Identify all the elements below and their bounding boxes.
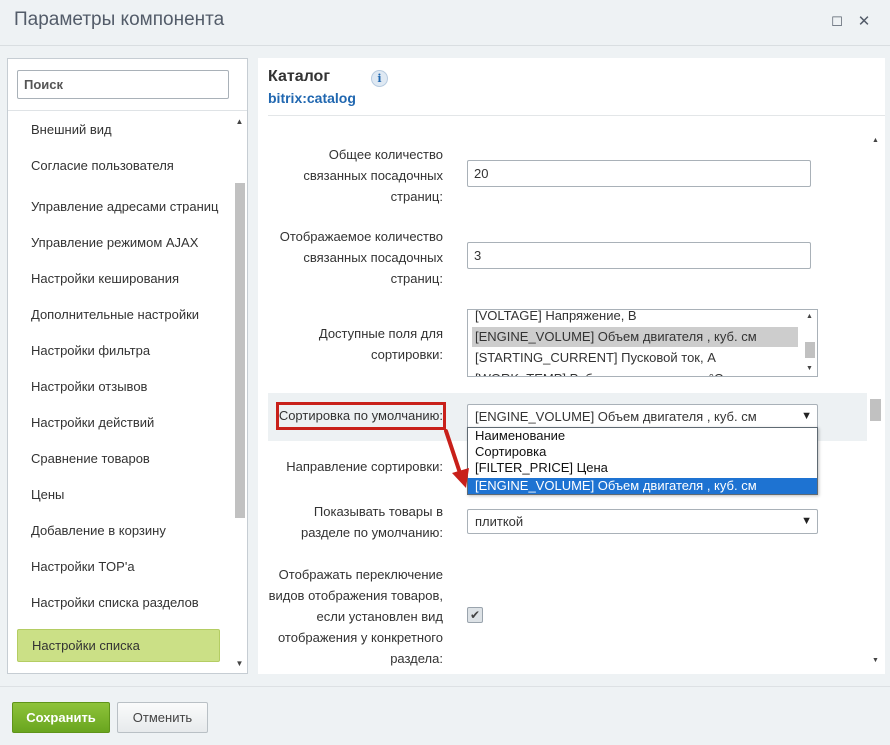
scroll-up-icon[interactable]: ▲: [869, 135, 882, 147]
scroll-up-icon[interactable]: ▲: [232, 115, 247, 129]
sidebar-item-ajax[interactable]: Управление режимом AJAX: [17, 232, 220, 252]
component-title: Каталог: [268, 68, 330, 85]
sidebar-scrollbar[interactable]: ▲ ▼: [232, 111, 247, 673]
sidebar-item-prices[interactable]: Цены: [17, 484, 220, 504]
search-input[interactable]: [17, 70, 229, 99]
title-bar: Параметры компонента ☐ ✕: [0, 0, 890, 46]
sidebar-item-user-consent[interactable]: Согласие пользователя: [17, 155, 220, 175]
chevron-down-icon: ▼: [801, 515, 812, 527]
main-scrollbar[interactable]: ▲ ▼: [867, 133, 884, 670]
sidebar-item-caching[interactable]: Настройки кеширования: [17, 268, 220, 288]
cancel-button[interactable]: Отменить: [117, 702, 208, 733]
total-landing-label: Общее количество связанных посадочных ст…: [303, 147, 443, 204]
sort-fields-label: Доступные поля для сортировки:: [318, 326, 443, 362]
main-scroll-thumb[interactable]: [870, 399, 881, 421]
shown-landing-label: Отображаемое количество связанных посадо…: [279, 229, 443, 286]
sidebar-item-page-addresses[interactable]: Управление адресами страниц: [17, 189, 220, 223]
listbox-option-selected[interactable]: [ENGINE_VOLUME] Объем двигателя , куб. с…: [472, 327, 798, 347]
sort-fields-listbox[interactable]: [VOLTAGE] Напряжение, В [ENGINE_VOLUME] …: [467, 309, 818, 377]
sidebar-item-basket[interactable]: Добавление в корзину: [17, 520, 220, 540]
chevron-down-icon: ▼: [801, 410, 812, 422]
default-sort-dropdown[interactable]: Наименование Сортировка [FILTER_PRICE] Ц…: [467, 427, 818, 495]
listbox-scrollbar[interactable]: ▲ ▼: [802, 310, 817, 376]
scroll-down-icon[interactable]: ▼: [802, 363, 817, 375]
dropdown-option[interactable]: Сортировка: [468, 444, 817, 460]
dropdown-option[interactable]: Наименование: [468, 428, 817, 444]
dropdown-option-selected[interactable]: [ENGINE_VOLUME] Объем двигателя , куб. с…: [468, 478, 817, 494]
info-icon[interactable]: i: [371, 70, 388, 87]
listbox-option[interactable]: [STARTING_CURRENT] Пусковой ток, А: [472, 348, 798, 368]
dropdown-option[interactable]: [FILTER_PRICE] Цена: [468, 460, 817, 476]
sidebar-item-additional[interactable]: Дополнительные настройки: [17, 304, 220, 324]
main-panel: Каталог i bitrix:catalog Общее количеств…: [258, 58, 885, 674]
default-sort-select[interactable]: [ENGINE_VOLUME] Объем двигателя , куб. с…: [467, 404, 818, 429]
sidebar-scroll-thumb[interactable]: [235, 183, 245, 518]
sidebar-item-actions[interactable]: Настройки действий: [17, 412, 220, 432]
scroll-up-icon[interactable]: ▲: [802, 311, 817, 323]
scroll-down-icon[interactable]: ▼: [232, 657, 247, 671]
window-title: Параметры компонента: [14, 9, 225, 30]
sidebar: Внешний вид Согласие пользователя Управл…: [7, 58, 248, 674]
sidebar-item-top[interactable]: Настройки TOP'a: [17, 556, 220, 576]
sidebar-item-list-settings[interactable]: Настройки списка: [17, 629, 220, 662]
scroll-down-icon[interactable]: ▼: [869, 655, 882, 667]
view-switch-checkbox[interactable]: ✔: [467, 607, 483, 623]
listbox-scroll-thumb[interactable]: [805, 342, 815, 358]
component-id: bitrix:catalog: [268, 90, 356, 106]
sort-direction-label: Направление сортировки:: [286, 459, 443, 474]
sidebar-item-section-list[interactable]: Настройки списка разделов: [17, 592, 220, 612]
search-area: [8, 59, 247, 111]
sidebar-item-appearance[interactable]: Внешний вид: [17, 119, 220, 139]
annotation-box: [276, 402, 446, 430]
listbox-option[interactable]: [VOLTAGE] Напряжение, В: [472, 310, 798, 326]
checkmark-icon: ✔: [469, 608, 481, 622]
sidebar-item-compare[interactable]: Сравнение товаров: [17, 448, 220, 468]
close-icon[interactable]: ✕: [855, 13, 873, 31]
total-landing-input[interactable]: [467, 160, 811, 187]
sidebar-nav: Внешний вид Согласие пользователя Управл…: [8, 111, 232, 673]
divider: [268, 115, 885, 116]
show-section-value: плиткой: [475, 514, 524, 529]
sidebar-item-filter[interactable]: Настройки фильтра: [17, 340, 220, 360]
sidebar-item-reviews[interactable]: Настройки отзывов: [17, 376, 220, 396]
shown-landing-input[interactable]: [467, 242, 811, 269]
default-sort-value: [ENGINE_VOLUME] Объем двигателя , куб. с…: [475, 409, 757, 424]
view-switch-label: Отображать переключение видов отображени…: [268, 567, 443, 666]
maximize-icon[interactable]: ☐: [828, 13, 846, 31]
save-button[interactable]: Сохранить: [12, 702, 110, 733]
show-section-label: Показывать товары в разделе по умолчанию…: [300, 504, 443, 540]
listbox-option[interactable]: [WORK_TEMP] Рабочая температура, °С: [472, 369, 798, 376]
footer: Сохранить Отменить: [0, 686, 890, 745]
show-section-select[interactable]: плиткой ▼: [467, 509, 818, 534]
